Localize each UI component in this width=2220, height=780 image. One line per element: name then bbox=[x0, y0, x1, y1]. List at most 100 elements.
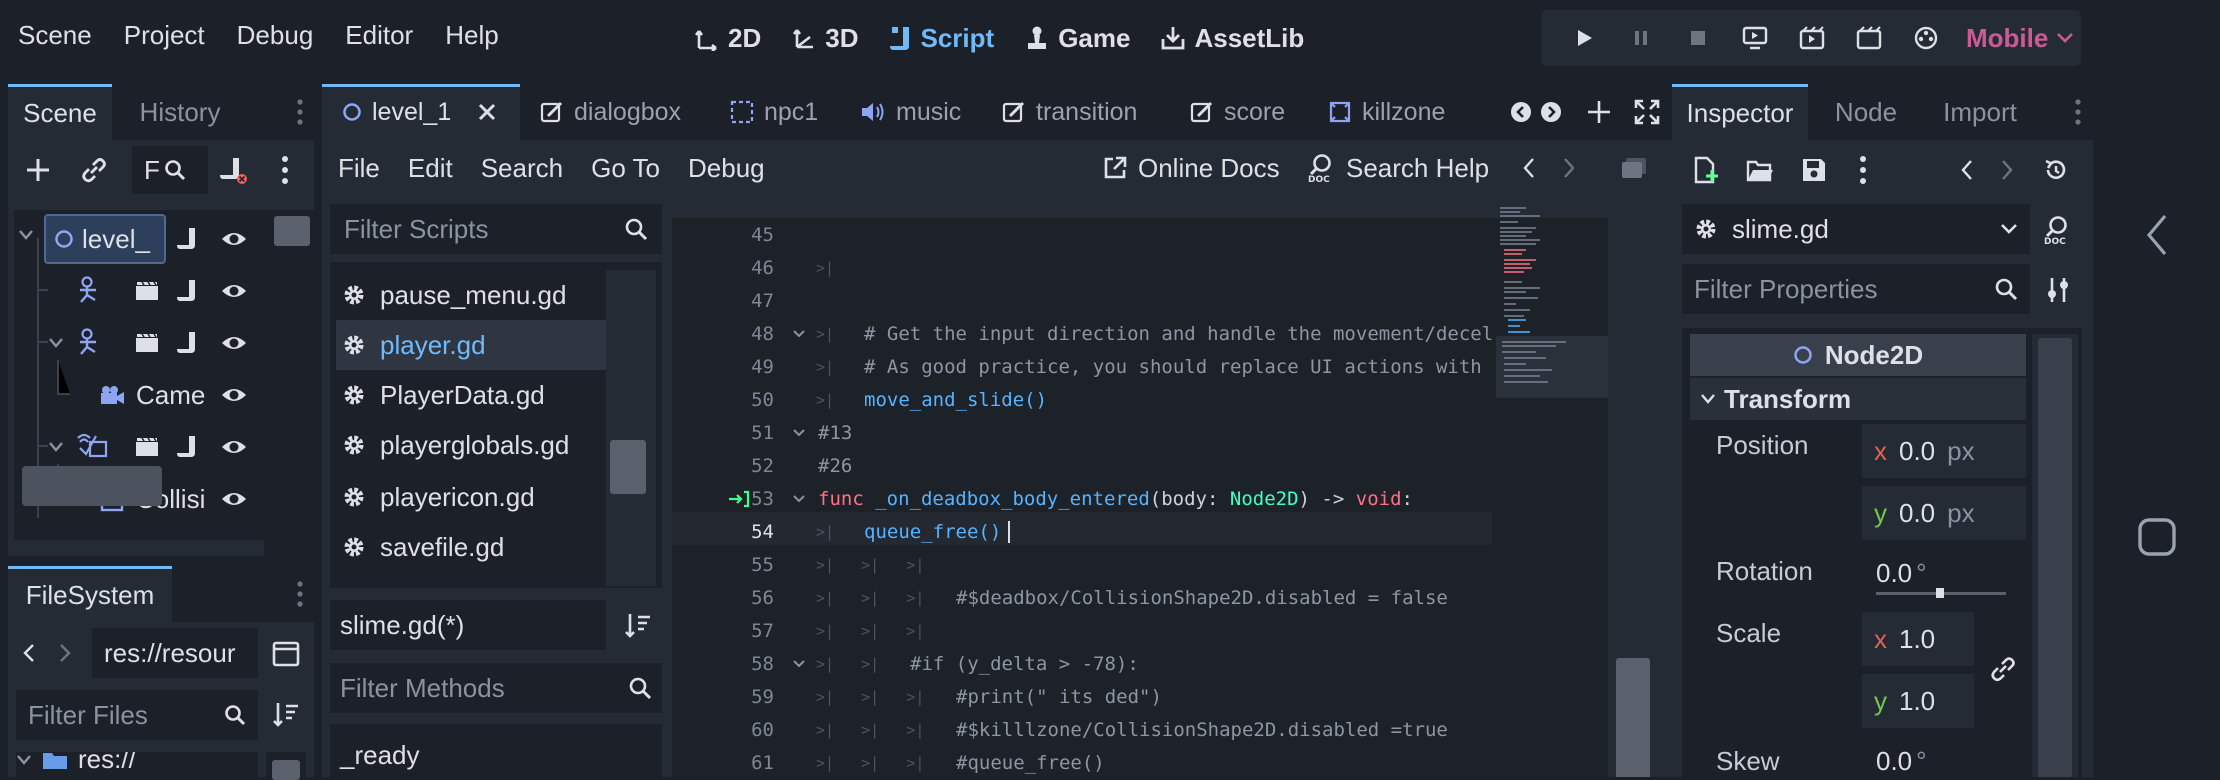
tab-node[interactable]: Node bbox=[1816, 84, 1916, 140]
collapse-arrow-icon[interactable] bbox=[48, 336, 64, 350]
resource-selector[interactable]: slime.gd bbox=[1682, 204, 2030, 254]
distraction-free-icon[interactable] bbox=[1634, 99, 1660, 125]
nav-back-icon[interactable] bbox=[22, 642, 36, 664]
method-filter[interactable]: Filter Methods bbox=[330, 663, 662, 713]
add-node-icon[interactable] bbox=[18, 150, 58, 190]
script-menu-file[interactable]: File bbox=[338, 153, 380, 184]
nav-back-icon[interactable] bbox=[2137, 210, 2177, 260]
play-icon[interactable] bbox=[1555, 27, 1612, 49]
method-item[interactable]: _ready bbox=[340, 740, 420, 771]
remote-debug-icon[interactable] bbox=[1726, 26, 1783, 50]
visibility-icon[interactable] bbox=[220, 332, 248, 354]
fold-arrow-icon[interactable] bbox=[792, 329, 806, 339]
tree-row-res[interactable]: res:// bbox=[16, 752, 136, 775]
open-docs-icon[interactable]: DOC bbox=[2036, 208, 2080, 252]
file-filter[interactable]: Filter Files bbox=[16, 690, 258, 740]
nav-forward-icon[interactable] bbox=[58, 642, 72, 664]
tab-scene[interactable]: Scene bbox=[8, 84, 112, 140]
script-icon[interactable] bbox=[176, 330, 198, 356]
history-back-icon[interactable] bbox=[1516, 152, 1542, 184]
add-tab-icon[interactable] bbox=[1586, 99, 1612, 125]
script-menu-edit[interactable]: Edit bbox=[408, 153, 453, 184]
dock-menu-icon[interactable] bbox=[2068, 96, 2088, 128]
pause-icon[interactable] bbox=[1612, 27, 1669, 49]
toggle-scripts-panel-icon[interactable] bbox=[1614, 152, 1654, 184]
tab-import[interactable]: Import bbox=[1922, 84, 2038, 140]
more-options-icon[interactable] bbox=[1848, 150, 1878, 190]
code-editor[interactable]: 45 46 >| 47 48 >| # Get the input direction… bbox=[672, 204, 1656, 777]
visibility-icon[interactable] bbox=[220, 488, 248, 510]
history-forward-icon[interactable] bbox=[1994, 154, 2020, 186]
scale-x-field[interactable]: x 1.0 bbox=[1862, 612, 1974, 666]
visibility-icon[interactable] bbox=[220, 436, 248, 458]
tab-history[interactable]: History bbox=[120, 84, 240, 140]
script-icon[interactable] bbox=[176, 278, 198, 304]
visibility-icon[interactable] bbox=[220, 280, 248, 302]
tree-row-slime[interactable] bbox=[14, 318, 264, 368]
rotation-slider-grabber[interactable] bbox=[1936, 588, 1944, 598]
toggle-split-icon[interactable] bbox=[266, 636, 306, 672]
scene-filter[interactable]: F bbox=[132, 146, 208, 194]
detach-script-icon[interactable] bbox=[208, 150, 258, 190]
workspace-game[interactable]: Game bbox=[1024, 23, 1130, 54]
dock-menu-icon[interactable] bbox=[290, 96, 310, 128]
history-forward-icon[interactable] bbox=[1556, 152, 1582, 184]
script-item[interactable]: pause_menu.gd bbox=[342, 270, 566, 320]
collapse-arrow-icon[interactable] bbox=[48, 440, 64, 454]
property-filter[interactable]: Filter Properties bbox=[1682, 264, 2030, 314]
chain-link-icon[interactable] bbox=[1988, 654, 2018, 684]
play-custom-scene-icon[interactable] bbox=[1840, 26, 1897, 50]
scroll-tabs-right-icon[interactable] bbox=[1540, 101, 1562, 123]
section-transform[interactable]: Transform bbox=[1690, 378, 2026, 420]
fold-arrow-icon[interactable] bbox=[792, 494, 806, 504]
tree-row-level1[interactable]: level_ bbox=[14, 214, 264, 264]
editor-tab-killzone[interactable]: killzone bbox=[1328, 84, 1445, 140]
rotation-slider[interactable]: 0.0 ° bbox=[1862, 550, 2026, 604]
workspace-assetlib[interactable]: AssetLib bbox=[1160, 23, 1304, 54]
search-help-button[interactable]: DOC Search Help bbox=[1308, 150, 1489, 186]
script-list-scrollbar[interactable] bbox=[606, 270, 656, 586]
script-filter[interactable]: Filter Scripts bbox=[330, 204, 662, 254]
script-item[interactable]: savefile.gd bbox=[342, 522, 504, 572]
current-script-field[interactable]: slime.gd(*) bbox=[330, 600, 606, 650]
menu-debug[interactable]: Debug bbox=[237, 20, 314, 56]
new-resource-icon[interactable] bbox=[1686, 150, 1726, 190]
file-tree-scrollbar[interactable] bbox=[266, 752, 306, 780]
editor-tab-npc1[interactable]: npc1 bbox=[730, 84, 818, 140]
editor-tab-transition[interactable]: transition bbox=[1002, 84, 1137, 140]
script-icon[interactable] bbox=[176, 434, 198, 460]
more-options-icon[interactable] bbox=[270, 150, 300, 190]
visibility-icon[interactable] bbox=[220, 384, 248, 406]
menu-help[interactable]: Help bbox=[445, 20, 498, 56]
visibility-icon[interactable] bbox=[220, 228, 248, 250]
nav-home-icon[interactable] bbox=[2135, 512, 2179, 562]
inspector-scrollbar[interactable] bbox=[2032, 334, 2078, 777]
script-menu-search[interactable]: Search bbox=[481, 153, 563, 184]
script-item[interactable]: playericon.gd bbox=[342, 472, 535, 522]
online-docs-button[interactable]: Online Docs bbox=[1102, 150, 1280, 186]
position-x-field[interactable]: x 0.0 px bbox=[1862, 424, 2026, 478]
menu-scene[interactable]: Scene bbox=[18, 20, 92, 56]
stop-icon[interactable] bbox=[1669, 27, 1726, 49]
position-y-field[interactable]: y 0.0 px bbox=[1862, 486, 2026, 540]
script-item[interactable]: PlayerData.gd bbox=[342, 370, 545, 420]
collapse-arrow-icon[interactable] bbox=[16, 753, 32, 767]
load-resource-icon[interactable] bbox=[1740, 150, 1780, 190]
workspace-2d[interactable]: 2D bbox=[694, 23, 761, 54]
path-field[interactable]: res://resour bbox=[92, 628, 258, 678]
script-item[interactable]: playerglobals.gd bbox=[342, 420, 569, 470]
tab-inspector[interactable]: Inspector bbox=[1672, 84, 1808, 140]
history-back-icon[interactable] bbox=[1954, 154, 1980, 186]
script-item[interactable]: player.gd bbox=[342, 320, 486, 370]
script-menu-goto[interactable]: Go To bbox=[591, 153, 660, 184]
workspace-3d[interactable]: 3D bbox=[791, 23, 859, 54]
save-icon[interactable] bbox=[1794, 150, 1834, 190]
fold-arrow-icon[interactable] bbox=[792, 659, 806, 669]
editor-tab-level1[interactable]: level_1 bbox=[342, 84, 497, 140]
fold-arrow-icon[interactable] bbox=[792, 428, 806, 438]
scroll-tabs-left-icon[interactable] bbox=[1510, 101, 1532, 123]
tree-row-area[interactable] bbox=[14, 422, 264, 472]
editor-tab-music[interactable]: music bbox=[860, 84, 961, 140]
tree-hscroll-thumb[interactable] bbox=[22, 466, 162, 506]
scale-y-field[interactable]: y 1.0 bbox=[1862, 674, 1974, 728]
